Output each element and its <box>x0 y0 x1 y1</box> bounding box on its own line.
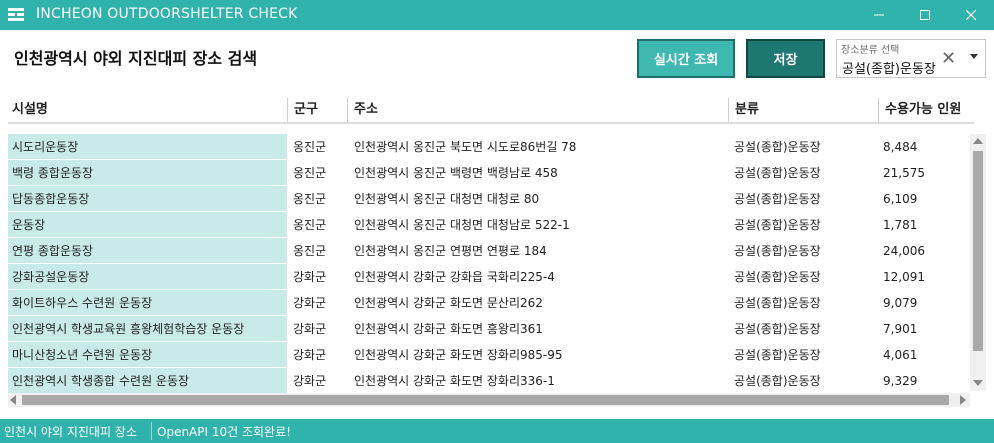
vertical-scrollbar[interactable] <box>970 134 986 391</box>
table-row[interactable]: 화이트하우스 수련원 운동장 강화군 인천광역시 강화군 화도면 문산리262 … <box>8 290 970 316</box>
cell-capacity: 4,061 <box>883 348 918 362</box>
cell-category: 공설(종합)운동장 <box>734 348 821 362</box>
cell-category: 공설(종합)운동장 <box>734 296 821 310</box>
cell-gungu: 강화군 <box>293 296 327 310</box>
cell-category: 공설(종합)운동장 <box>734 244 821 258</box>
cell-address: 인천광역시 강화군 화도면 문산리262 <box>354 296 543 310</box>
category-select-value: 공설(종합)운동장 <box>842 62 936 77</box>
cell-gungu: 강화군 <box>293 374 327 388</box>
cell-address: 인천광역시 강화군 화도면 장화리985-95 <box>354 348 563 362</box>
maximize-icon <box>920 10 930 20</box>
minimize-button[interactable] <box>856 0 902 30</box>
cell-name: 화이트하우스 수련원 운동장 <box>8 290 287 316</box>
table-row[interactable]: 연평 종합운동장 옹진군 인천광역시 옹진군 연평면 연평로 184 공설(종합… <box>8 238 970 264</box>
cell-name: 백령 종합운동장 <box>8 160 287 186</box>
table-body: 시도리운동장 옹진군 인천광역시 옹진군 북도면 시도로86번길 78 공설(종… <box>8 134 970 394</box>
table-header: 시설명 군구 주소 분류 수용가능 인원 <box>8 98 974 124</box>
scroll-right-icon[interactable] <box>960 395 966 405</box>
category-select-hint: 장소분류 선택 <box>841 45 900 56</box>
column-header-address[interactable]: 주소 <box>347 98 728 122</box>
title-bar: INCHEON OUTDOORSHELTER CHECK <box>0 0 994 30</box>
cell-address: 인천광역시 옹진군 연평면 연평로 184 <box>354 244 547 258</box>
close-button[interactable] <box>948 0 994 30</box>
cell-gungu: 옹진군 <box>293 166 327 180</box>
column-header-category[interactable]: 분류 <box>728 98 878 122</box>
maximize-button[interactable] <box>902 0 948 30</box>
app-icon <box>8 8 24 21</box>
cell-name: 강화공설운동장 <box>8 264 287 290</box>
cell-gungu: 강화군 <box>293 270 327 284</box>
table-row[interactable]: 인천광역시 학생종합 수련원 운동장 강화군 인천광역시 강화군 화도면 장화리… <box>8 368 970 394</box>
status-bar: 인천시 야외 지진대피 장소 OpenAPI 10건 조회완료! <box>0 419 994 443</box>
cell-address: 인천광역시 옹진군 대청면 대청남로 522-1 <box>354 218 570 232</box>
realtime-search-button[interactable]: 실시간 조회 <box>637 39 735 78</box>
status-divider <box>151 422 152 440</box>
cell-name: 마니산청소년 수련원 운동장 <box>8 342 287 368</box>
cell-name: 시도리운동장 <box>8 134 287 160</box>
cell-address: 인천광역시 강화군 화도면 흥왕리361 <box>354 322 543 336</box>
cell-capacity: 21,575 <box>883 166 925 180</box>
cell-gungu: 옹진군 <box>293 244 327 258</box>
cell-capacity: 9,329 <box>883 374 918 388</box>
cell-capacity: 7,901 <box>883 322 918 336</box>
horizontal-scrollbar[interactable] <box>8 393 970 407</box>
cell-gungu: 강화군 <box>293 322 327 336</box>
scroll-down-icon[interactable] <box>973 380 983 386</box>
cell-capacity: 12,091 <box>883 270 925 284</box>
cell-name: 운동장 <box>8 212 287 238</box>
table-row[interactable]: 답동종합운동장 옹진군 인천광역시 옹진군 대청면 대청로 80 공설(종합)운… <box>8 186 970 212</box>
table-row[interactable]: 운동장 옹진군 인천광역시 옹진군 대청면 대청남로 522-1 공설(종합)운… <box>8 212 970 238</box>
cell-capacity: 6,109 <box>883 192 918 206</box>
cell-category: 공설(종합)운동장 <box>734 374 821 388</box>
cell-category: 공설(종합)운동장 <box>734 166 821 180</box>
column-header-capacity[interactable]: 수용가능 인원 <box>878 98 974 122</box>
cell-capacity: 1,781 <box>883 218 918 232</box>
cell-address: 인천광역시 강화군 화도면 장화리336-1 <box>354 374 555 388</box>
close-icon <box>966 10 976 20</box>
column-header-name[interactable]: 시설명 <box>8 98 287 122</box>
cell-name: 인천광역시 학생교육원 흥왕체험학습장 운동장 <box>8 316 287 342</box>
category-select[interactable]: 장소분류 선택 공설(종합)운동장 ✕ <box>836 39 986 78</box>
cell-name: 답동종합운동장 <box>8 186 287 212</box>
column-header-gungu[interactable]: 군구 <box>287 98 347 122</box>
cell-capacity: 8,484 <box>883 140 918 154</box>
cell-category: 공설(종합)운동장 <box>734 140 821 154</box>
cell-address: 인천광역시 옹진군 백령면 백령남로 458 <box>354 166 558 180</box>
cell-category: 공설(종합)운동장 <box>734 322 821 336</box>
scroll-up-icon[interactable] <box>973 138 983 144</box>
cell-gungu: 옹진군 <box>293 192 327 206</box>
cell-capacity: 9,079 <box>883 296 918 310</box>
table-row[interactable]: 강화공설운동장 강화군 인천광역시 강화군 강화읍 국화리225-4 공설(종합… <box>8 264 970 290</box>
cell-category: 공설(종합)운동장 <box>734 218 821 232</box>
save-button[interactable]: 저장 <box>746 39 825 78</box>
cell-name: 인천광역시 학생종합 수련원 운동장 <box>8 368 287 394</box>
cell-category: 공설(종합)운동장 <box>734 270 821 284</box>
cell-address: 인천광역시 옹진군 북도면 시도로86번길 78 <box>354 140 577 154</box>
cell-gungu: 강화군 <box>293 348 327 362</box>
table-row[interactable]: 백령 종합운동장 옹진군 인천광역시 옹진군 백령면 백령남로 458 공설(종… <box>8 160 970 186</box>
page-title: 인천광역시 야외 지진대피 장소 검색 <box>14 49 258 68</box>
status-app-name: 인천시 야외 지진대피 장소 <box>4 425 137 439</box>
cell-name: 연평 종합운동장 <box>8 238 287 264</box>
cell-capacity: 24,006 <box>883 244 925 258</box>
scroll-left-icon[interactable] <box>10 395 16 405</box>
cell-gungu: 옹진군 <box>293 140 327 154</box>
cell-category: 공설(종합)운동장 <box>734 192 821 206</box>
minimize-icon <box>874 14 884 16</box>
status-message: OpenAPI 10건 조회완료! <box>157 425 291 439</box>
table-row[interactable]: 마니산청소년 수련원 운동장 강화군 인천광역시 강화군 화도면 장화리985-… <box>8 342 970 368</box>
clear-icon[interactable]: ✕ <box>941 48 956 69</box>
cell-gungu: 옹진군 <box>293 218 327 232</box>
vertical-scroll-thumb[interactable] <box>973 151 983 351</box>
cell-address: 인천광역시 강화군 강화읍 국화리225-4 <box>354 270 555 284</box>
table-row[interactable]: 인천광역시 학생교육원 흥왕체험학습장 운동장 강화군 인천광역시 강화군 화도… <box>8 316 970 342</box>
table-row[interactable]: 시도리운동장 옹진군 인천광역시 옹진군 북도면 시도로86번길 78 공설(종… <box>8 134 970 160</box>
dropdown-arrow-icon[interactable] <box>970 54 978 59</box>
cell-address: 인천광역시 옹진군 대청면 대청로 80 <box>354 192 540 206</box>
window-title: INCHEON OUTDOORSHELTER CHECK <box>36 6 298 22</box>
horizontal-scroll-thumb[interactable] <box>22 395 949 405</box>
